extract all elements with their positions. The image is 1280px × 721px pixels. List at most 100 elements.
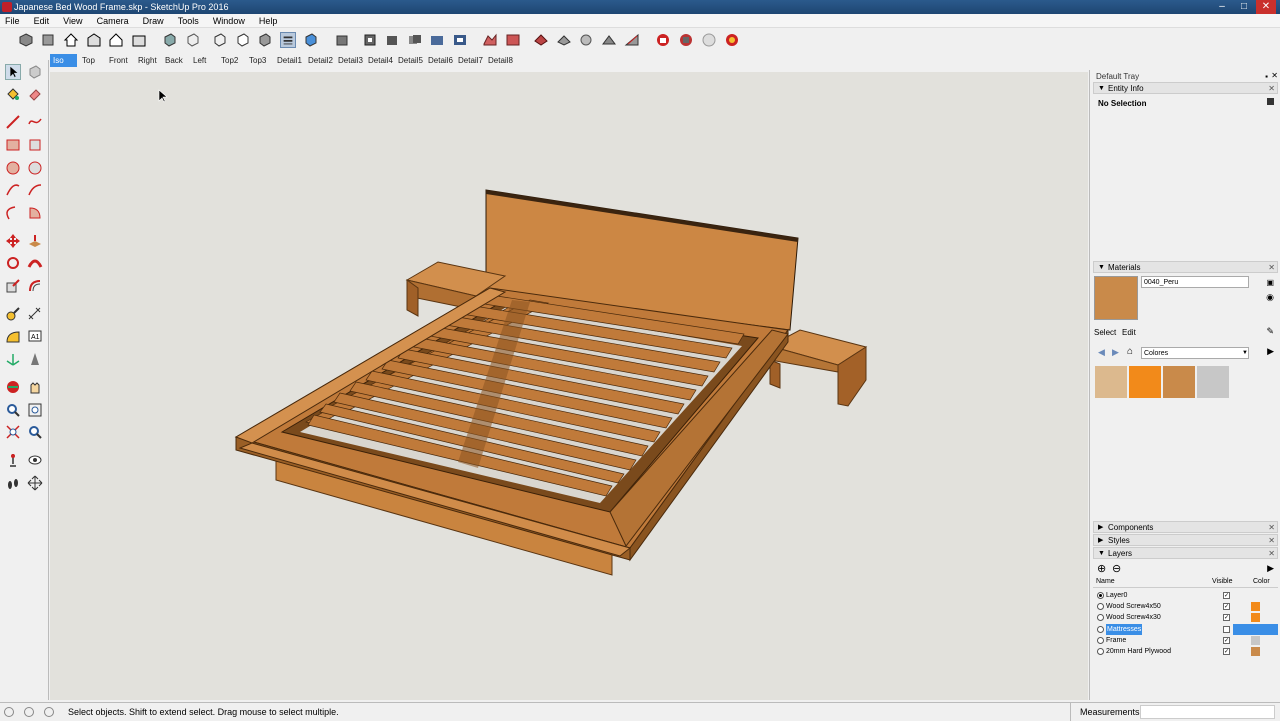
column-name[interactable]: Name xyxy=(1096,578,1115,585)
stamp-icon[interactable] xyxy=(556,32,572,48)
tab-top2[interactable]: Top2 xyxy=(218,54,241,67)
visible-checkbox[interactable]: ✓ xyxy=(1223,648,1230,655)
sandbox-from-scratch-icon[interactable] xyxy=(505,32,521,48)
panel-close-icon[interactable]: ✕ xyxy=(1268,548,1275,559)
tab-detail3[interactable]: Detail3 xyxy=(335,54,366,67)
tab-back[interactable]: Back xyxy=(162,54,186,67)
credits-icon[interactable] xyxy=(24,707,34,717)
material-name-field[interactable]: 0040_Peru xyxy=(1141,276,1249,288)
3d-text-icon[interactable] xyxy=(27,351,43,367)
panel-close-icon[interactable]: ✕ xyxy=(1268,83,1275,94)
three-point-arc-icon[interactable] xyxy=(5,205,21,221)
sandbox-from-contours-icon[interactable] xyxy=(482,32,498,48)
menu-camera[interactable]: Camera xyxy=(92,14,135,28)
section-plane-icon[interactable] xyxy=(362,32,378,48)
tray-close-icon[interactable]: ✕ xyxy=(1271,71,1278,80)
pan-tool-icon[interactable] xyxy=(27,379,43,395)
move-tool-icon[interactable] xyxy=(5,233,21,249)
active-layer-radio[interactable] xyxy=(1097,636,1104,644)
menu-view[interactable]: View xyxy=(58,14,88,28)
intersect-icon[interactable] xyxy=(407,32,423,48)
visible-checkbox[interactable]: ✓ xyxy=(1223,592,1230,599)
visible-checkbox[interactable]: ✓ xyxy=(1223,603,1230,611)
material-library-select[interactable]: Colores xyxy=(1141,347,1249,359)
material-swatch[interactable] xyxy=(1129,366,1161,398)
visible-checkbox[interactable] xyxy=(1223,625,1230,633)
layer-row[interactable]: Wood Screw4x30 ✓ xyxy=(1093,612,1278,623)
subtract-icon[interactable] xyxy=(452,32,468,48)
two-point-arc-icon[interactable] xyxy=(27,182,43,198)
styles-header[interactable]: ▶ Styles ✕ xyxy=(1093,534,1278,546)
rotate-tool-icon[interactable] xyxy=(5,255,21,271)
share-component-icon[interactable] xyxy=(678,32,694,48)
tab-top3[interactable]: Top3 xyxy=(246,54,269,67)
zoom-tool-icon[interactable] xyxy=(5,402,21,418)
visible-checkbox[interactable]: ✓ xyxy=(1223,614,1230,622)
layers-header[interactable]: ▼ Layers ✕ xyxy=(1093,547,1278,559)
make-component-icon[interactable] xyxy=(334,32,350,48)
extension-manager-icon[interactable] xyxy=(724,32,740,48)
smoove-icon[interactable] xyxy=(533,32,549,48)
pie-tool-icon[interactable] xyxy=(27,205,43,221)
tab-detail6[interactable]: Detail6 xyxy=(425,54,456,67)
minimize-button[interactable]: – xyxy=(1212,0,1232,14)
protractor-icon[interactable] xyxy=(5,329,21,345)
menu-tools[interactable]: Tools xyxy=(173,14,205,28)
layer-row[interactable]: Mattresses xyxy=(1093,623,1278,635)
tab-right[interactable]: Right xyxy=(135,54,160,67)
menu-window[interactable]: Window xyxy=(208,14,251,28)
tab-select[interactable]: Select xyxy=(1094,328,1116,337)
freehand-tool-icon[interactable] xyxy=(27,114,43,130)
user-account-icon[interactable] xyxy=(44,707,54,717)
line-tool-icon[interactable] xyxy=(5,114,21,130)
offset-tool-icon[interactable] xyxy=(27,278,43,294)
forward-arrow-icon[interactable]: ▶ xyxy=(1112,347,1119,358)
extension-warehouse-icon[interactable] xyxy=(701,32,717,48)
layer-row[interactable]: 20mm Hard Plywood ✓ xyxy=(1093,646,1278,657)
back-arrow-icon[interactable]: ◀ xyxy=(1098,347,1105,358)
flip-edge-icon[interactable] xyxy=(624,32,640,48)
shaded-style-icon[interactable] xyxy=(257,32,273,48)
tab-detail7[interactable]: Detail7 xyxy=(455,54,486,67)
add-detail-icon[interactable] xyxy=(601,32,617,48)
zoom-extents-icon[interactable] xyxy=(5,424,21,440)
tab-detail5[interactable]: Detail5 xyxy=(395,54,426,67)
tab-top[interactable]: Top xyxy=(79,54,98,67)
push-pull-icon[interactable] xyxy=(27,233,43,249)
details-icon[interactable] xyxy=(1267,98,1274,105)
polygon-tool-icon[interactable] xyxy=(27,160,43,176)
front-view-icon[interactable] xyxy=(86,32,102,48)
tab-detail2[interactable]: Detail2 xyxy=(305,54,336,67)
layer-row[interactable]: Layer0 ✓ xyxy=(1093,590,1278,601)
layer-row[interactable]: Wood Screw4x50 ✓ xyxy=(1093,601,1278,612)
dimension-tool-icon[interactable] xyxy=(27,306,43,322)
panel-close-icon[interactable]: ✕ xyxy=(1268,522,1275,533)
tab-left[interactable]: Left xyxy=(190,54,209,67)
tab-detail1[interactable]: Detail1 xyxy=(274,54,305,67)
drape-icon[interactable] xyxy=(578,32,594,48)
menu-edit[interactable]: Edit xyxy=(29,14,56,28)
3d-warehouse-icon[interactable] xyxy=(655,32,671,48)
entity-info-header[interactable]: ▼ Entity Info ✕ xyxy=(1093,82,1278,94)
delete-layer-icon[interactable]: ⊖ xyxy=(1112,562,1121,575)
tab-detail8[interactable]: Detail8 xyxy=(485,54,516,67)
components-header[interactable]: ▶ Components ✕ xyxy=(1093,521,1278,533)
maximize-button[interactable]: □ xyxy=(1234,0,1254,14)
sample-paint-icon[interactable]: ✎ xyxy=(1266,326,1274,337)
geo-location-icon[interactable] xyxy=(4,707,14,717)
pin-icon[interactable]: ▪ xyxy=(1265,72,1268,81)
make-component-tool-icon[interactable] xyxy=(27,64,43,80)
create-material-icon[interactable]: ▣ xyxy=(1266,278,1274,287)
home-icon[interactable]: ⌂ xyxy=(1127,346,1133,357)
tab-detail4[interactable]: Detail4 xyxy=(365,54,396,67)
walk-tool-icon[interactable] xyxy=(5,475,21,491)
xray-style-icon[interactable] xyxy=(162,32,178,48)
home-icon[interactable] xyxy=(63,32,79,48)
add-layer-icon[interactable]: ⊕ xyxy=(1097,562,1106,575)
axes-tool-icon[interactable] xyxy=(5,351,21,367)
rotated-rectangle-icon[interactable] xyxy=(27,137,43,153)
paint-bucket-icon[interactable] xyxy=(5,86,21,102)
zoom-window-icon[interactable] xyxy=(27,402,43,418)
material-swatch[interactable] xyxy=(1095,366,1127,398)
layer-color-swatch[interactable] xyxy=(1251,647,1260,656)
